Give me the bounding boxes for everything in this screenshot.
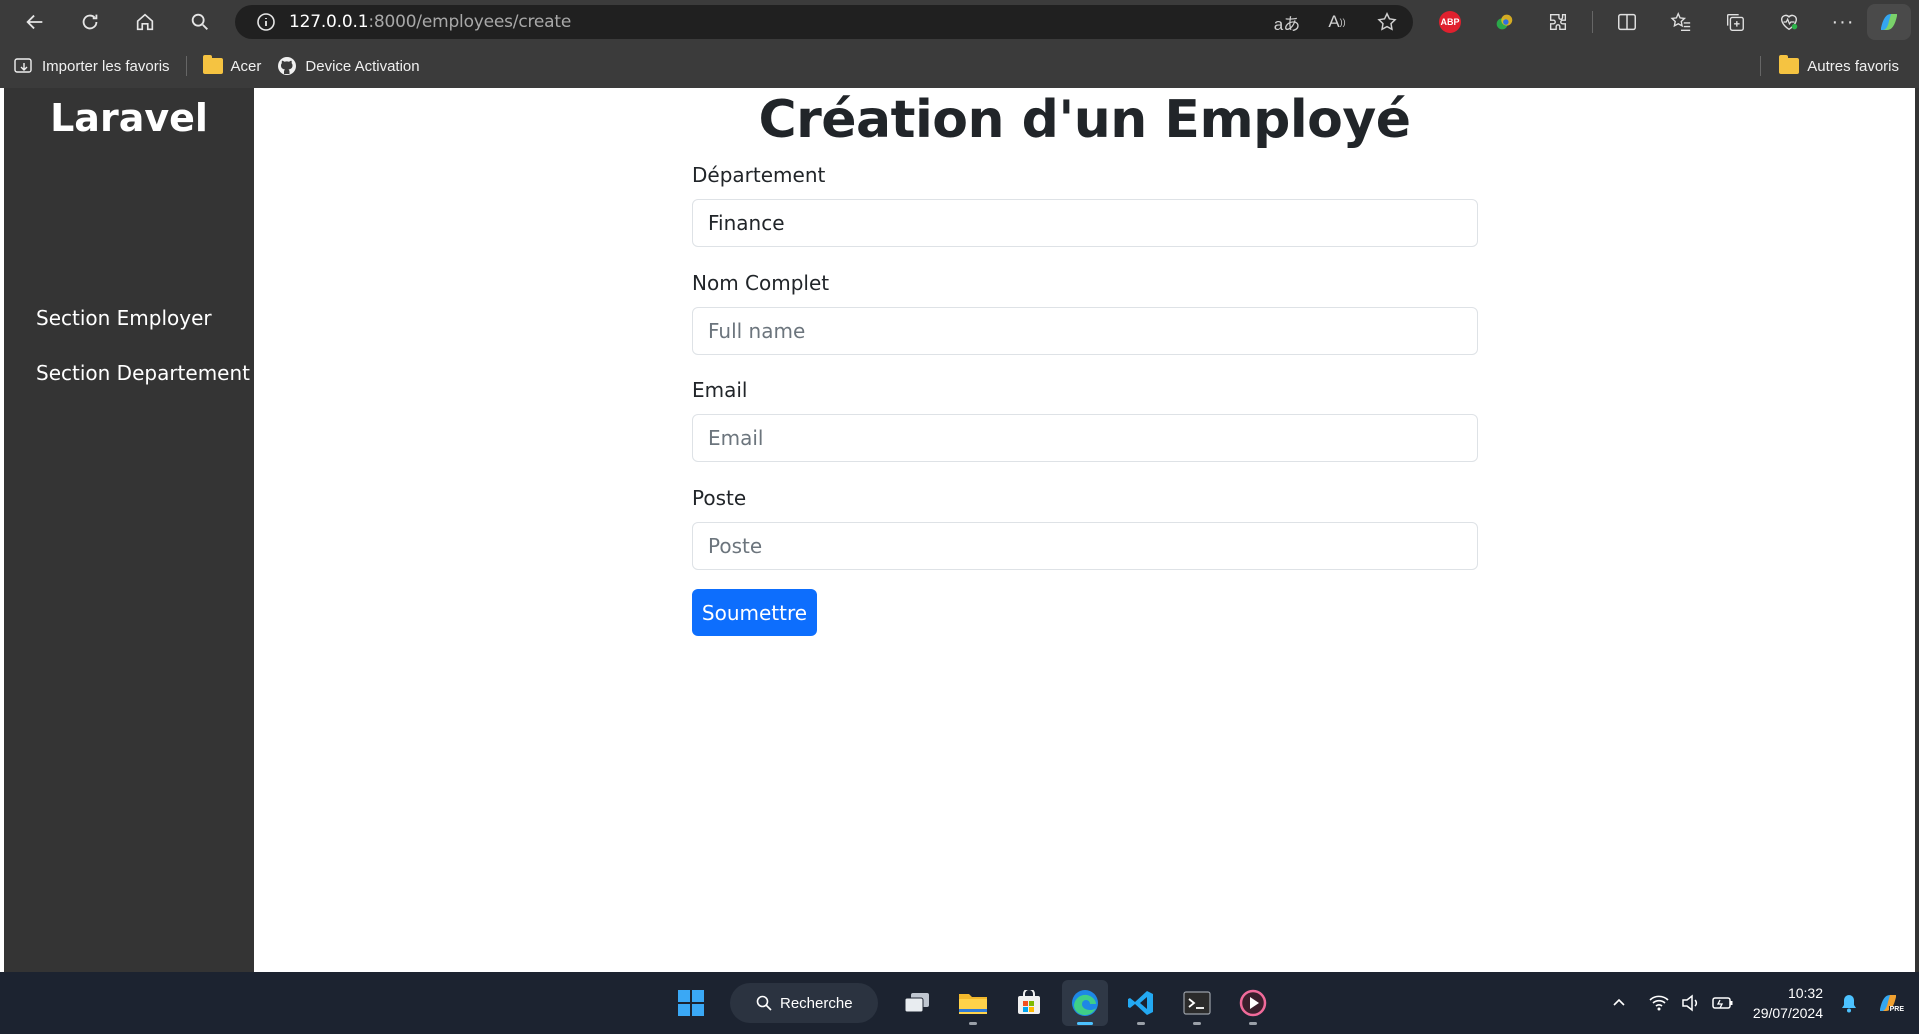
github-icon <box>278 57 297 75</box>
home-icon <box>136 13 154 31</box>
sidebar-item-departments[interactable]: Section Departement <box>36 361 250 385</box>
clock[interactable]: 10:32 29/07/2024 <box>1753 983 1823 1023</box>
page-title: Création d'un Employé <box>758 90 1411 150</box>
volume-icon[interactable] <box>1675 994 1707 1012</box>
abp-badge: ABP <box>1439 11 1461 33</box>
extensions-icon[interactable] <box>1538 4 1578 40</box>
split-screen-icon[interactable] <box>1607 4 1647 40</box>
bookmark-divider <box>1760 56 1762 76</box>
refresh-icon <box>82 14 98 30</box>
copilot-icon <box>1881 14 1897 30</box>
search-icon <box>191 13 208 30</box>
bookmarks-bar: Importer les favoris Acer Device Activat… <box>0 44 1919 88</box>
bookmark-label: Acer <box>230 57 262 75</box>
url-host: 127.0.0.1 <box>289 12 369 32</box>
toolbar-divider <box>1592 11 1593 33</box>
page-viewport: Laravel Section Employer Section Departe… <box>0 88 1919 972</box>
sidebar: Laravel Section Employer Section Departe… <box>4 88 254 972</box>
full-name-label: Nom Complet <box>692 271 830 295</box>
translate-icon[interactable]: aあ <box>1271 6 1303 38</box>
folder-icon <box>959 994 987 1014</box>
bookmark-label: Autres favoris <box>1807 57 1899 75</box>
file-explorer-button[interactable] <box>950 980 996 1026</box>
bookmark-label: Importer les favoris <box>42 57 170 75</box>
running-indicator <box>1193 1022 1201 1025</box>
email-label: Email <box>692 378 748 402</box>
department-select[interactable] <box>692 199 1478 247</box>
full-name-input[interactable] <box>692 307 1478 355</box>
url-path: :8000/employees/create <box>368 12 572 32</box>
department-label: Département <box>692 163 826 187</box>
folder-icon <box>1779 55 1800 74</box>
running-indicator <box>1077 1022 1093 1025</box>
taskbar: Recherche 10:32 29/07/2024 PRE <box>0 972 1919 1034</box>
bookmark-import-favorites[interactable]: Importer les favoris <box>6 51 178 81</box>
position-label: Poste <box>692 486 747 510</box>
browser-toolbar: 127.0.0.1:8000/employees/create aあ A)) A… <box>0 0 1919 44</box>
start-button[interactable] <box>668 980 714 1026</box>
adblock-extension-icon[interactable]: ABP <box>1430 4 1470 40</box>
pre-badge: PRE <box>1888 1006 1905 1013</box>
collections-icon[interactable] <box>1715 4 1755 40</box>
battery-icon[interactable] <box>1707 995 1739 1011</box>
position-input[interactable] <box>692 522 1478 570</box>
system-tray: 10:32 29/07/2024 PRE <box>1603 972 1919 1034</box>
search-icon <box>756 995 772 1011</box>
info-icon[interactable] <box>255 11 277 33</box>
notification-bell-icon[interactable] <box>1833 993 1865 1013</box>
refresh-button[interactable] <box>70 4 110 40</box>
favorites-icon[interactable] <box>1661 4 1701 40</box>
windows-icon <box>678 990 704 1016</box>
running-indicator <box>1137 1022 1145 1025</box>
bookmark-divider <box>185 56 187 76</box>
viewport-edge <box>1915 88 1919 972</box>
media-player-icon <box>1239 989 1267 1017</box>
brand-logo[interactable]: Laravel <box>4 96 254 140</box>
star-icon[interactable] <box>1371 6 1403 38</box>
edge-button[interactable] <box>1062 980 1108 1026</box>
extension-colorful-icon[interactable] <box>1484 4 1524 40</box>
submit-button[interactable]: Soumettre <box>692 589 817 636</box>
read-aloud-icon[interactable]: A)) <box>1321 6 1353 38</box>
folder-icon <box>202 55 223 74</box>
vscode-button[interactable] <box>1118 980 1164 1026</box>
terminal-button[interactable] <box>1174 980 1220 1026</box>
edge-icon <box>1072 990 1098 1016</box>
bookmark-other-favorites[interactable]: Autres favoris <box>1744 51 1907 81</box>
bookmark-device-activation[interactable]: Device Activation <box>269 51 427 81</box>
running-indicator <box>1249 1022 1257 1025</box>
taskbar-search[interactable]: Recherche <box>730 983 878 1023</box>
browser-essentials-icon[interactable] <box>1769 4 1809 40</box>
media-player-button[interactable] <box>1230 980 1276 1026</box>
address-bar[interactable]: 127.0.0.1:8000/employees/create aあ A)) <box>235 5 1413 39</box>
search-button[interactable] <box>180 4 220 40</box>
vscode-icon <box>1128 991 1153 1015</box>
store-icon <box>1018 990 1040 1014</box>
running-indicator <box>969 1022 977 1025</box>
bookmark-acer[interactable]: Acer <box>195 51 270 81</box>
bookmark-label: Device Activation <box>305 57 420 75</box>
wifi-icon[interactable] <box>1643 994 1675 1012</box>
sidebar-item-employees[interactable]: Section Employer <box>36 306 212 330</box>
clock-time: 10:32 <box>1787 985 1823 1001</box>
more-menu-icon[interactable]: ··· <box>1823 4 1863 40</box>
terminal-icon <box>1183 991 1211 1015</box>
search-label: Recherche <box>780 994 853 1012</box>
task-view-icon <box>904 993 929 1013</box>
store-button[interactable] <box>1006 980 1052 1026</box>
import-icon <box>14 58 32 73</box>
main-content: Création d'un Employé Département Nom Co… <box>254 88 1915 972</box>
chevron-up-icon[interactable] <box>1603 995 1635 1011</box>
task-view-button[interactable] <box>894 980 940 1026</box>
back-button[interactable] <box>15 4 55 40</box>
copilot-preview-icon[interactable]: PRE <box>1865 989 1911 1017</box>
copilot-button[interactable] <box>1867 4 1911 40</box>
arrow-left-icon <box>26 14 43 30</box>
email-input[interactable] <box>692 414 1478 462</box>
url-text[interactable]: 127.0.0.1:8000/employees/create <box>289 12 571 32</box>
home-button[interactable] <box>125 4 165 40</box>
clock-date: 29/07/2024 <box>1752 1005 1823 1021</box>
